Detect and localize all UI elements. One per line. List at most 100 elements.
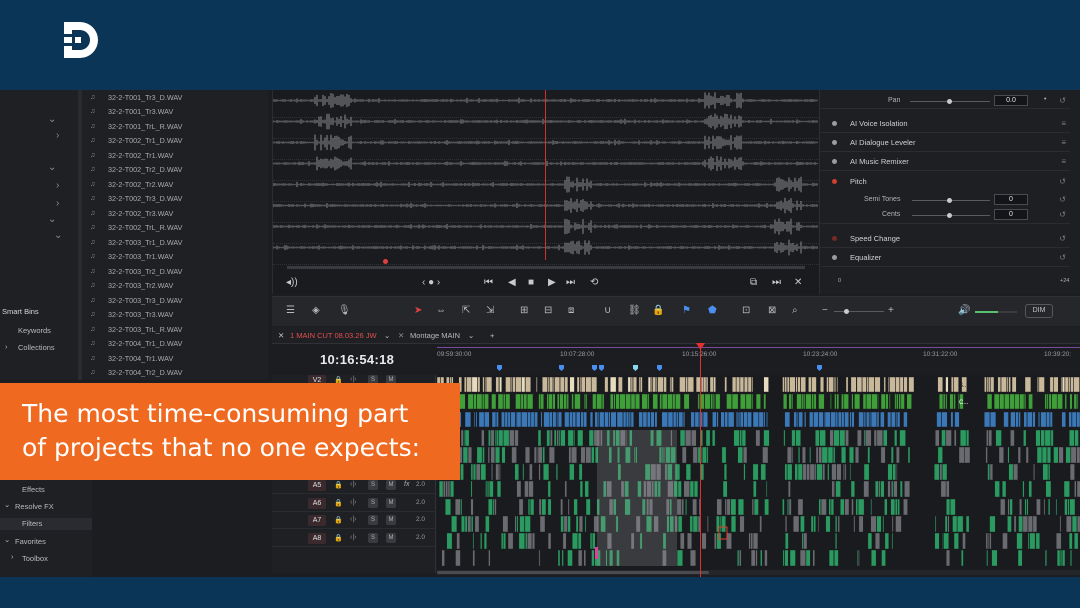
timeline-clip[interactable]	[785, 532, 789, 550]
timeline-clip[interactable]	[834, 549, 839, 567]
timeline-clip[interactable]	[889, 376, 896, 393]
timeline-clip[interactable]	[706, 376, 709, 393]
timeline-clip[interactable]	[731, 393, 739, 410]
timeline-clip[interactable]	[659, 393, 662, 410]
timeline-clip[interactable]	[1056, 532, 1062, 550]
timeline-clip[interactable]	[984, 376, 987, 393]
timeline-clip[interactable]	[854, 393, 861, 410]
timeline-clip[interactable]	[617, 376, 623, 393]
timeline-clip[interactable]	[791, 429, 796, 447]
timeline-clip[interactable]	[1055, 498, 1058, 516]
timeline-clip[interactable]	[1068, 376, 1071, 393]
timeline-clip[interactable]	[989, 515, 996, 533]
timeline-clip[interactable]	[945, 393, 948, 410]
timeline-clip[interactable]	[1071, 515, 1078, 533]
toggle-dot-icon[interactable]	[832, 159, 837, 164]
timeline-clip[interactable]	[949, 393, 954, 410]
timeline-marker-icon[interactable]	[633, 365, 638, 371]
timeline-clip[interactable]	[1024, 498, 1027, 516]
timeline-clip[interactable]	[876, 515, 882, 533]
timeline-clip[interactable]	[691, 429, 697, 447]
timeline-clip[interactable]	[1062, 549, 1066, 567]
timeline-clip[interactable]	[591, 549, 595, 567]
timeline-clip[interactable]	[507, 411, 511, 428]
timeline-clip[interactable]	[1070, 446, 1077, 464]
timeline-clip[interactable]	[880, 446, 886, 464]
pitch-row[interactable]: Pitch ↺ Semi Tones 0 ↺ Cents 0 ↺	[820, 172, 1070, 224]
timeline-clip[interactable]	[737, 549, 740, 567]
timeline-clip[interactable]	[713, 376, 716, 393]
timeline-clip[interactable]	[527, 411, 531, 428]
dim-button[interactable]: DIM	[1025, 304, 1053, 318]
timeline-clip[interactable]	[1022, 480, 1025, 498]
timeline-clip[interactable]	[986, 429, 989, 447]
media-file-row[interactable]: ♫ 32-2-T002_Tr2.WAV	[82, 177, 268, 192]
timeline-clip[interactable]	[473, 463, 477, 481]
arm-icon[interactable]: ‹|›	[350, 376, 356, 383]
timeline-clip[interactable]	[1069, 429, 1075, 447]
timeline-clip[interactable]	[721, 446, 727, 464]
timeline-clip[interactable]	[569, 463, 575, 481]
timeline-clip[interactable]	[908, 376, 915, 393]
timeline-clip[interactable]	[741, 429, 746, 447]
timeline-clip[interactable]	[891, 532, 894, 550]
timeline-clip[interactable]	[739, 515, 745, 533]
timeline-clip[interactable]	[585, 498, 591, 516]
timeline-clip[interactable]	[1050, 429, 1054, 447]
timeline-clip[interactable]	[536, 376, 538, 393]
timeline-clip[interactable]	[833, 429, 840, 447]
timeline-clip[interactable]	[677, 515, 683, 533]
timeline-marker-icon[interactable]	[817, 365, 822, 371]
timeline-clip[interactable]	[989, 463, 993, 481]
timeline-clip[interactable]	[638, 411, 643, 428]
timeline-clip[interactable]	[503, 393, 506, 410]
timeline-clip[interactable]	[862, 376, 867, 393]
timeline-clip[interactable]	[855, 446, 860, 464]
timeline-clip[interactable]	[487, 446, 490, 464]
timeline-clip[interactable]	[473, 393, 477, 410]
timeline-clip[interactable]	[1018, 411, 1021, 428]
timeline-clip[interactable]	[597, 411, 600, 428]
timeline-clip[interactable]	[844, 463, 847, 481]
timeline-clip[interactable]	[466, 376, 472, 393]
timeline-clip[interactable]	[988, 429, 992, 447]
timeline-clip[interactable]	[946, 498, 951, 516]
range-tool-icon[interactable]: ⇱	[462, 305, 470, 316]
timeline-clip[interactable]	[1070, 376, 1074, 393]
timeline-clip[interactable]	[1032, 411, 1036, 428]
timeline-clip[interactable]	[940, 480, 947, 498]
timeline-clip[interactable]	[482, 376, 485, 393]
timeline-clip[interactable]	[515, 376, 522, 393]
timeline-clip[interactable]	[499, 376, 503, 393]
timeline-clip[interactable]	[865, 429, 872, 447]
timeline-clip[interactable]	[475, 411, 478, 428]
timeline-clip[interactable]	[692, 515, 698, 533]
timeline-clip[interactable]	[748, 532, 751, 550]
timeline-clip[interactable]	[829, 429, 834, 447]
timeline-clip[interactable]	[845, 429, 849, 447]
timeline-clip[interactable]	[815, 429, 820, 447]
timeline-clip[interactable]	[844, 411, 849, 428]
timeline-clip[interactable]	[527, 532, 533, 550]
timeline-clip[interactable]	[485, 515, 490, 533]
timeline-clip[interactable]	[524, 515, 531, 533]
timeline-clip[interactable]	[802, 446, 806, 464]
timeline-clip[interactable]	[788, 393, 792, 410]
timeline-clip[interactable]	[573, 429, 576, 447]
timeline-clip[interactable]	[591, 446, 595, 464]
timeline-clip[interactable]	[460, 498, 463, 516]
timeline-clip[interactable]	[562, 532, 567, 550]
timeline-clip[interactable]	[867, 446, 871, 464]
timeline-clip[interactable]	[461, 515, 465, 533]
timeline-clip[interactable]	[498, 429, 504, 447]
timeline-clip[interactable]	[1024, 376, 1032, 393]
timeline-clip[interactable]	[866, 411, 870, 428]
timeline-clip[interactable]	[945, 376, 949, 393]
timeline-clip[interactable]	[784, 376, 787, 393]
timeline-clip[interactable]	[937, 446, 943, 464]
timeline-clip[interactable]	[1013, 515, 1017, 533]
timeline-clip[interactable]	[485, 376, 493, 393]
timeline-clip[interactable]	[799, 549, 806, 567]
timeline-clip[interactable]	[763, 376, 769, 393]
timeline-clip[interactable]	[505, 393, 511, 410]
